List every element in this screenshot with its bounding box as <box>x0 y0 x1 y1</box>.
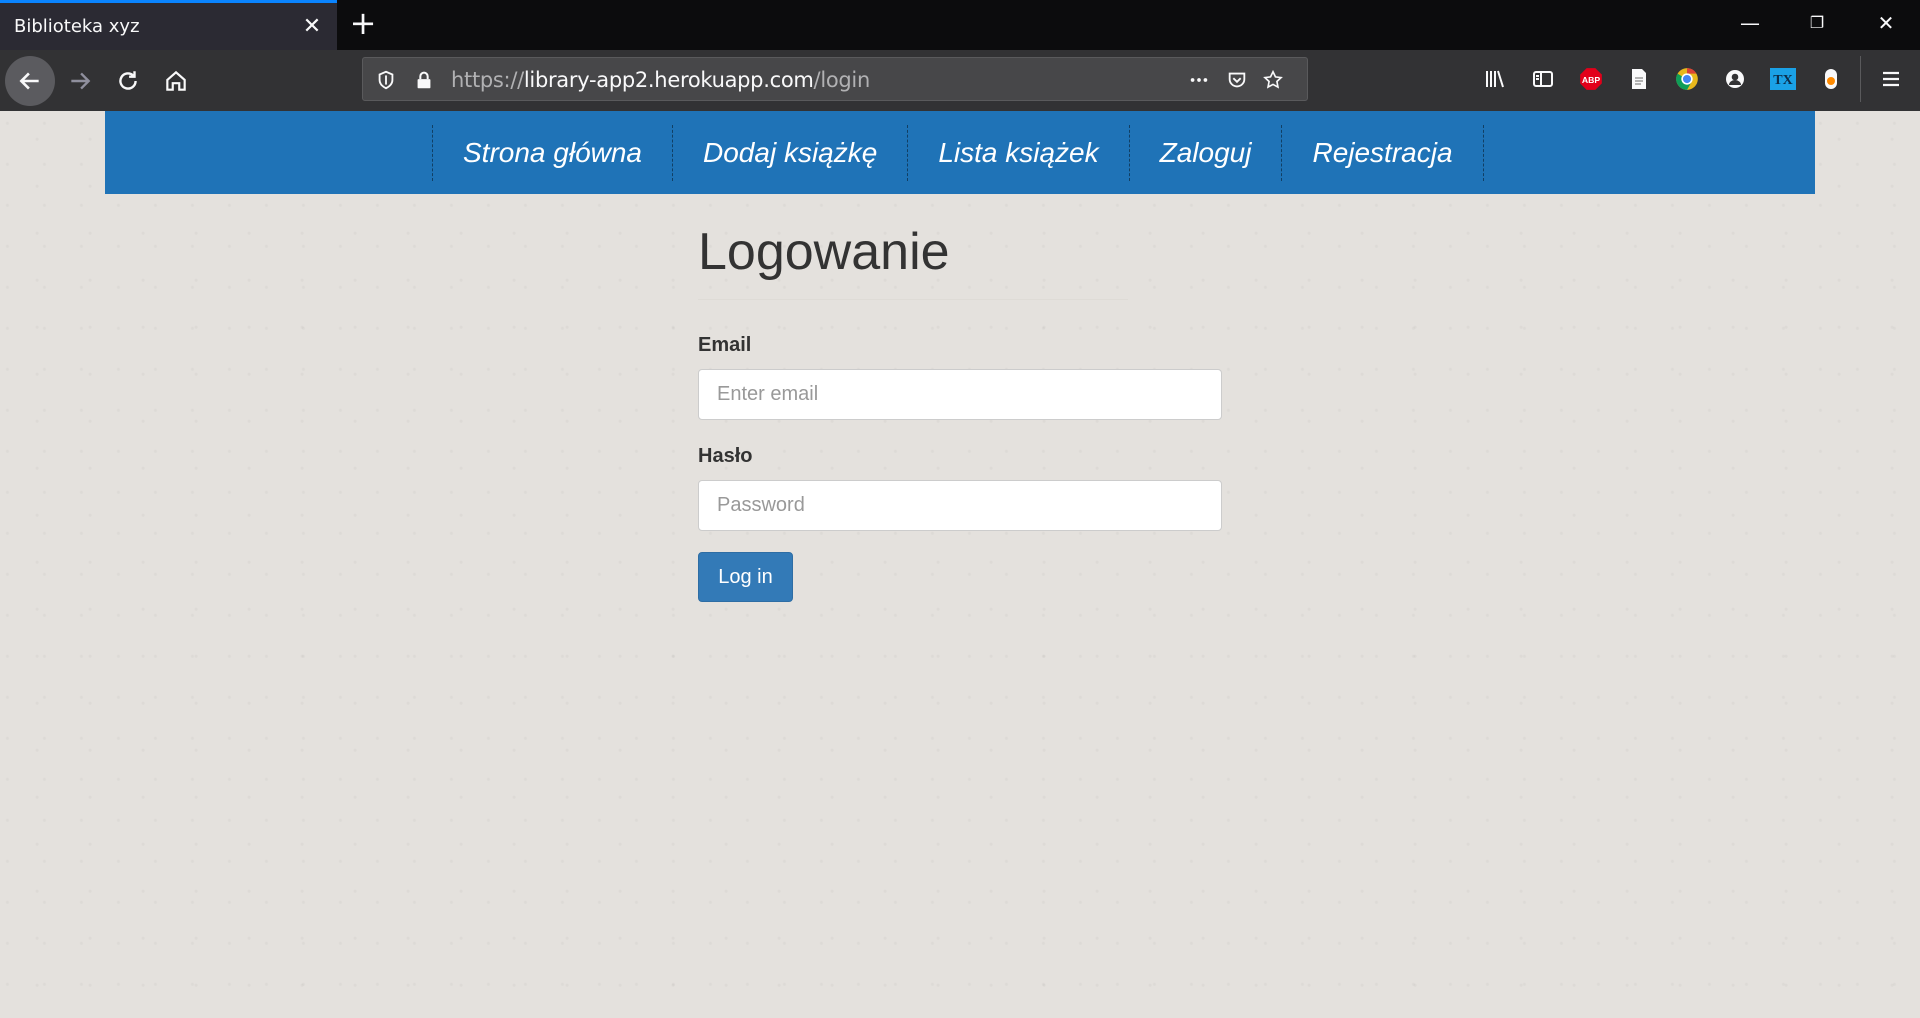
extension-icon[interactable] <box>1818 66 1844 92</box>
reload-button[interactable] <box>103 56 153 106</box>
sidebar-icon[interactable] <box>1530 66 1556 92</box>
more-actions-icon[interactable] <box>1188 69 1210 91</box>
page-title: Logowanie <box>698 223 950 281</box>
restore-icon[interactable]: ❐ <box>1797 8 1837 38</box>
minimize-icon[interactable]: — <box>1730 8 1770 38</box>
tx-label: TX <box>1773 73 1792 88</box>
nav-link-home[interactable]: Strona główna <box>432 125 672 181</box>
tab-strip: Biblioteka xyz ✕ + — ❐ ✕ <box>0 0 1920 50</box>
nav-link-login[interactable]: Zaloguj <box>1128 125 1282 181</box>
site-nav-links: Strona główna Dodaj książkę Lista książe… <box>432 125 1484 181</box>
url-bar[interactable]: https://library-app2.herokuapp.com/login <box>362 57 1308 101</box>
home-button[interactable] <box>151 56 201 106</box>
back-button[interactable] <box>5 56 55 106</box>
chrome-extension-icon[interactable] <box>1674 66 1700 92</box>
nav-link-register[interactable]: Rejestracja <box>1281 125 1484 181</box>
home-icon <box>166 70 186 91</box>
title-divider <box>698 299 1128 300</box>
nav-link-add-book[interactable]: Dodaj książkę <box>672 125 907 181</box>
tab-title: Biblioteka xyz <box>14 16 140 37</box>
site-navbar: Strona główna Dodaj książkę Lista książe… <box>105 111 1815 194</box>
email-label: Email <box>698 334 752 356</box>
pocket-icon[interactable] <box>1226 69 1248 91</box>
back-arrow-icon <box>19 72 39 90</box>
reader-icon[interactable] <box>1626 66 1652 92</box>
library-icon[interactable] <box>1482 66 1508 92</box>
web-page: Strona główna Dodaj książkę Lista książe… <box>0 111 1920 1018</box>
new-tab-icon[interactable]: + <box>348 7 378 39</box>
bookmark-star-icon[interactable] <box>1262 69 1284 91</box>
password-label: Hasło <box>698 445 753 467</box>
translate-icon[interactable]: TX <box>1770 66 1796 92</box>
browser-tab[interactable]: Biblioteka xyz ✕ <box>0 0 337 50</box>
adblock-icon[interactable]: ABP <box>1578 66 1604 92</box>
toolbar-divider <box>1860 56 1861 102</box>
menu-icon[interactable] <box>1878 66 1904 92</box>
close-window-icon[interactable]: ✕ <box>1866 8 1906 38</box>
email-field[interactable] <box>698 369 1222 420</box>
abp-label: ABP <box>1582 75 1601 85</box>
login-button[interactable]: Log in <box>698 552 793 602</box>
account-icon[interactable] <box>1722 66 1748 92</box>
forward-button[interactable] <box>55 56 105 106</box>
shield-icon[interactable] <box>375 69 397 91</box>
lock-icon[interactable] <box>413 69 435 91</box>
reload-icon <box>119 71 137 90</box>
forward-arrow-icon <box>71 72 91 90</box>
password-field[interactable] <box>698 480 1222 531</box>
url-text: https://library-app2.herokuapp.com/login <box>451 68 870 92</box>
close-tab-icon[interactable]: ✕ <box>301 15 323 37</box>
nav-link-book-list[interactable]: Lista książek <box>907 125 1128 181</box>
